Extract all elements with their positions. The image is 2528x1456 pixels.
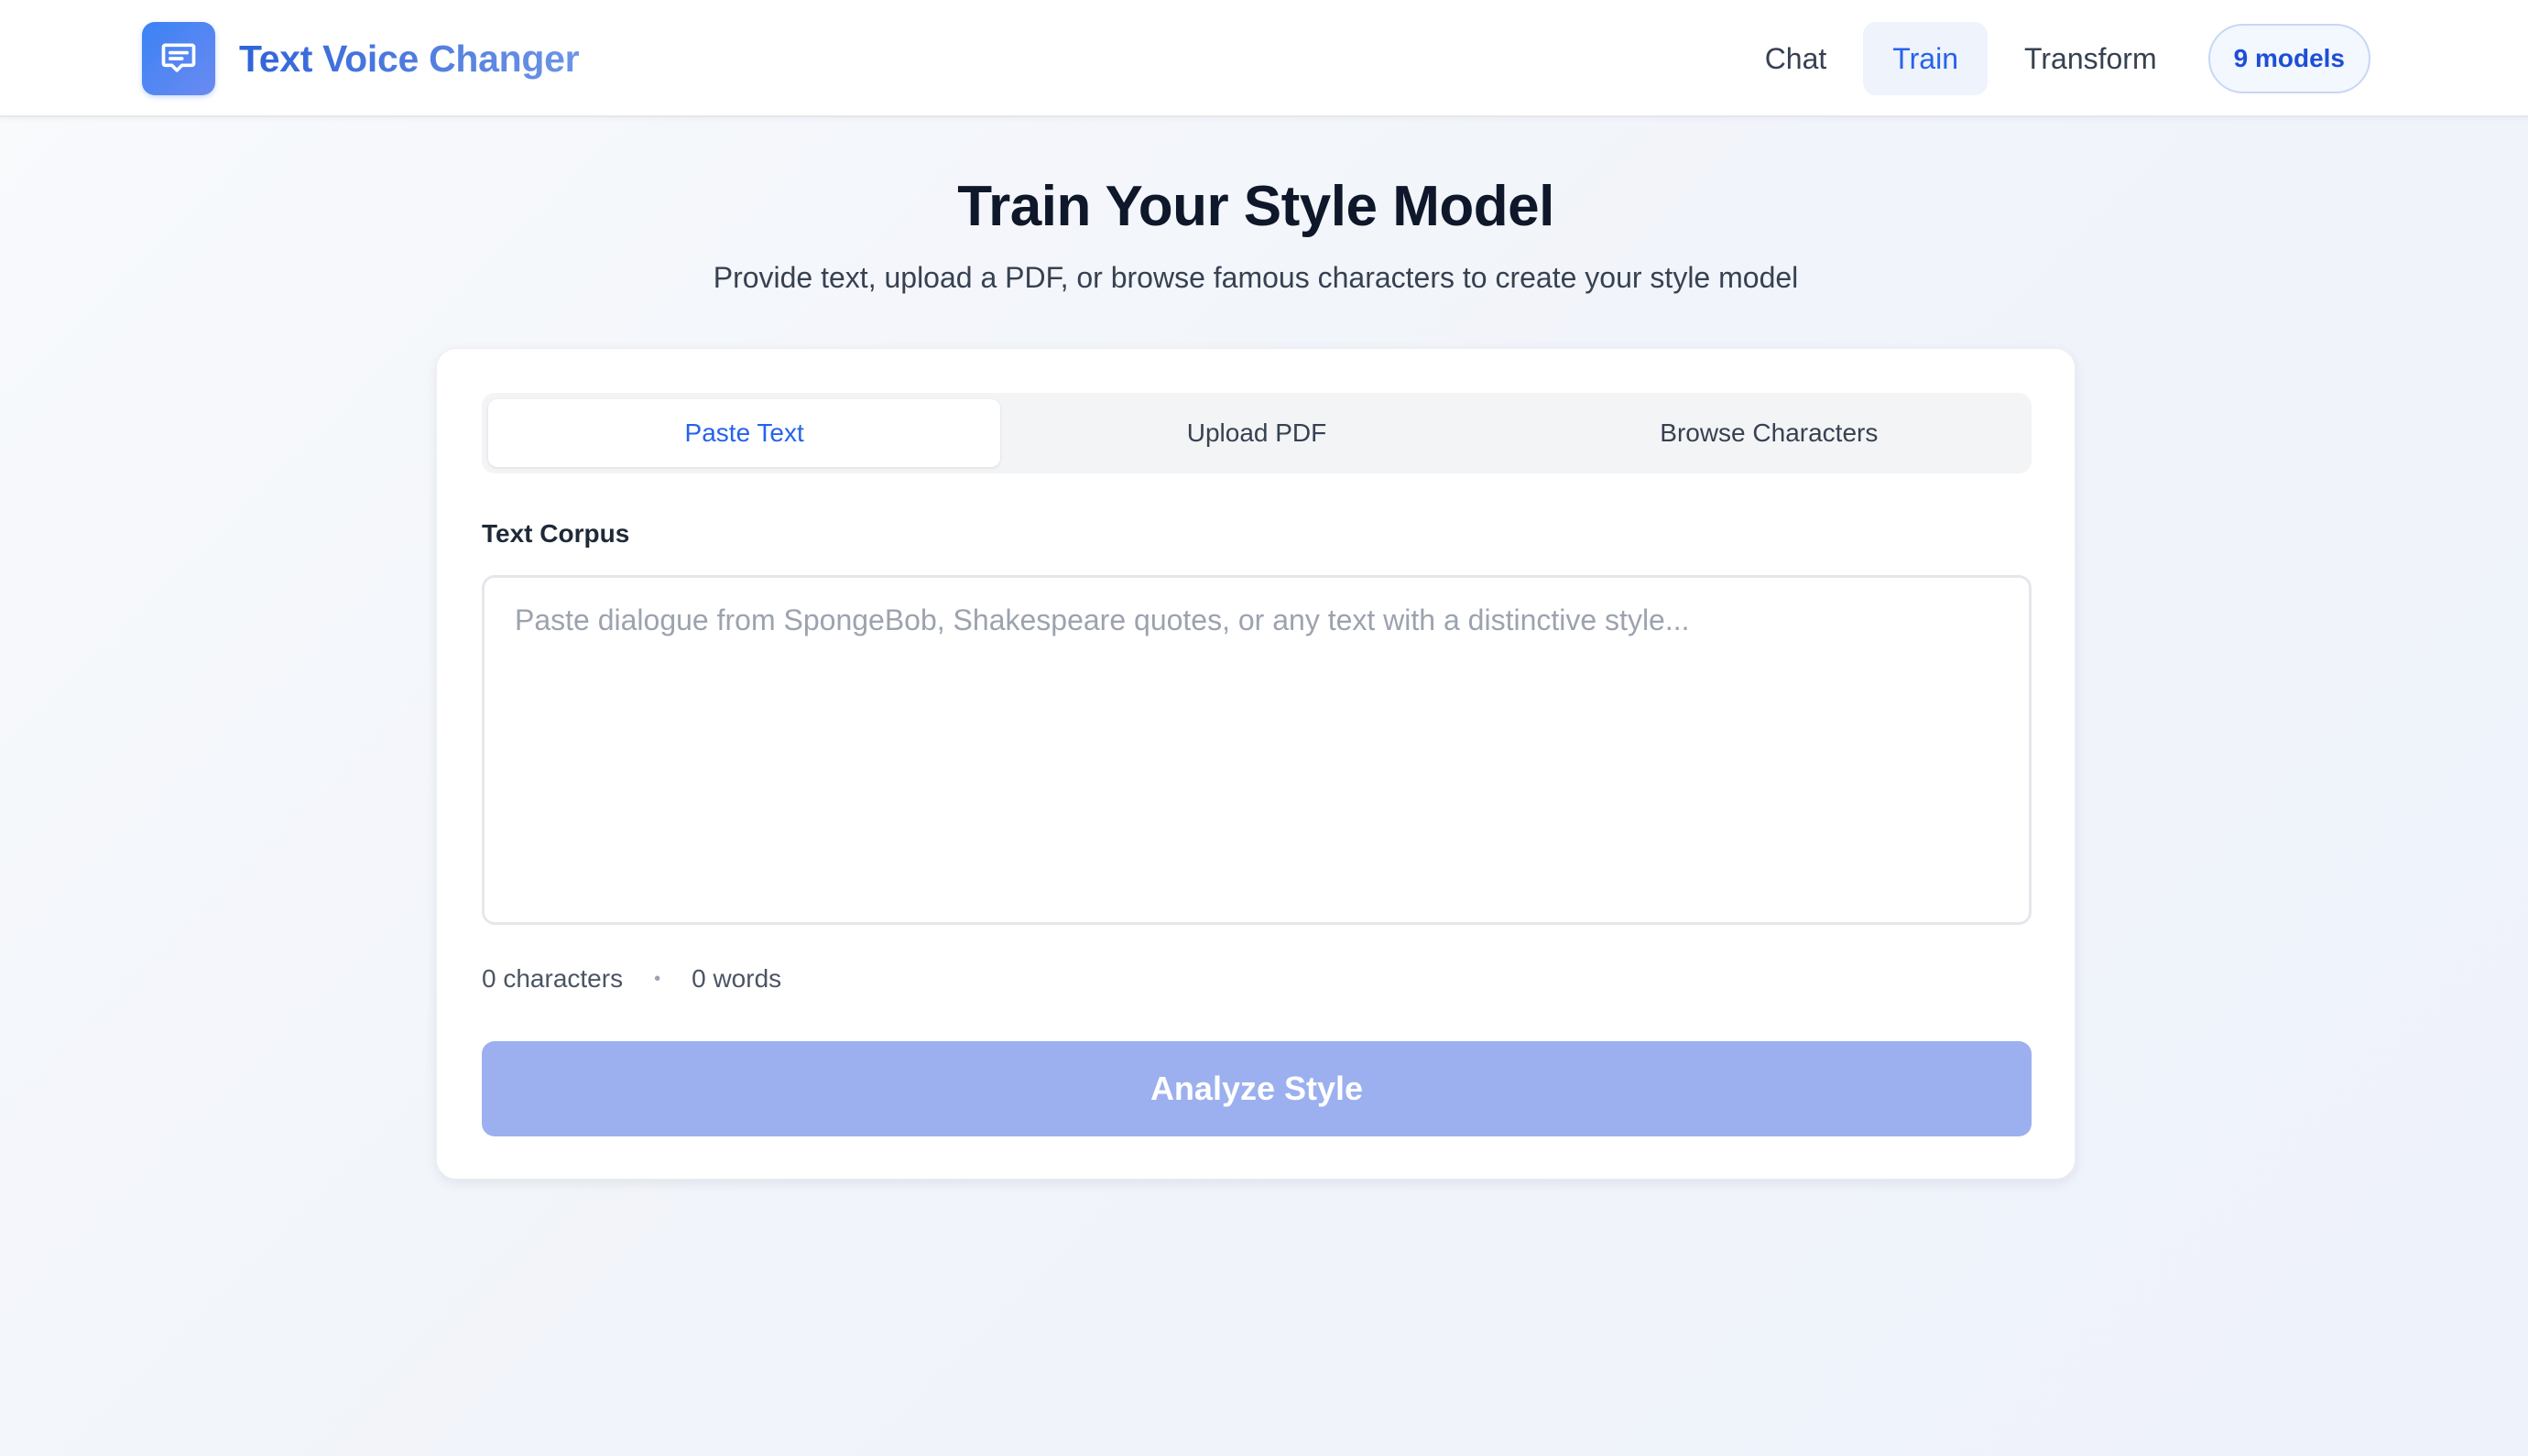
source-tabs: Paste Text Upload PDF Browse Characters xyxy=(482,393,2032,473)
app-name: Text Voice Changer xyxy=(239,37,580,80)
text-corpus-input[interactable] xyxy=(482,575,2032,925)
train-card: Paste Text Upload PDF Browse Characters … xyxy=(436,348,2076,1179)
corpus-stats: 0 characters • 0 words xyxy=(482,964,781,994)
models-count-badge[interactable]: 9 models xyxy=(2207,24,2370,93)
page-subtitle: Provide text, upload a PDF, or browse fa… xyxy=(713,261,1799,294)
top-navbar: Text Voice Changer Chat Train Transform … xyxy=(0,0,2528,117)
word-count: 0 words xyxy=(692,964,782,993)
tab-upload-pdf[interactable]: Upload PDF xyxy=(1000,399,1512,467)
nav-transform[interactable]: Transform xyxy=(1995,22,2186,95)
chat-bubble-icon xyxy=(142,22,215,95)
stats-separator: • xyxy=(654,968,661,989)
tab-browse-characters[interactable]: Browse Characters xyxy=(1513,399,2025,467)
analyze-style-button[interactable]: Analyze Style xyxy=(482,1041,2032,1136)
main-nav: Chat Train Transform 9 models xyxy=(1728,22,2370,95)
brand[interactable]: Text Voice Changer xyxy=(142,22,580,95)
nav-train[interactable]: Train xyxy=(1863,22,1988,95)
nav-chat[interactable]: Chat xyxy=(1736,22,1857,95)
tab-paste-text[interactable]: Paste Text xyxy=(488,399,1001,467)
text-corpus-label: Text Corpus xyxy=(482,519,630,548)
page-title: Train Your Style Model xyxy=(957,175,1554,238)
character-count: 0 characters xyxy=(482,964,624,993)
